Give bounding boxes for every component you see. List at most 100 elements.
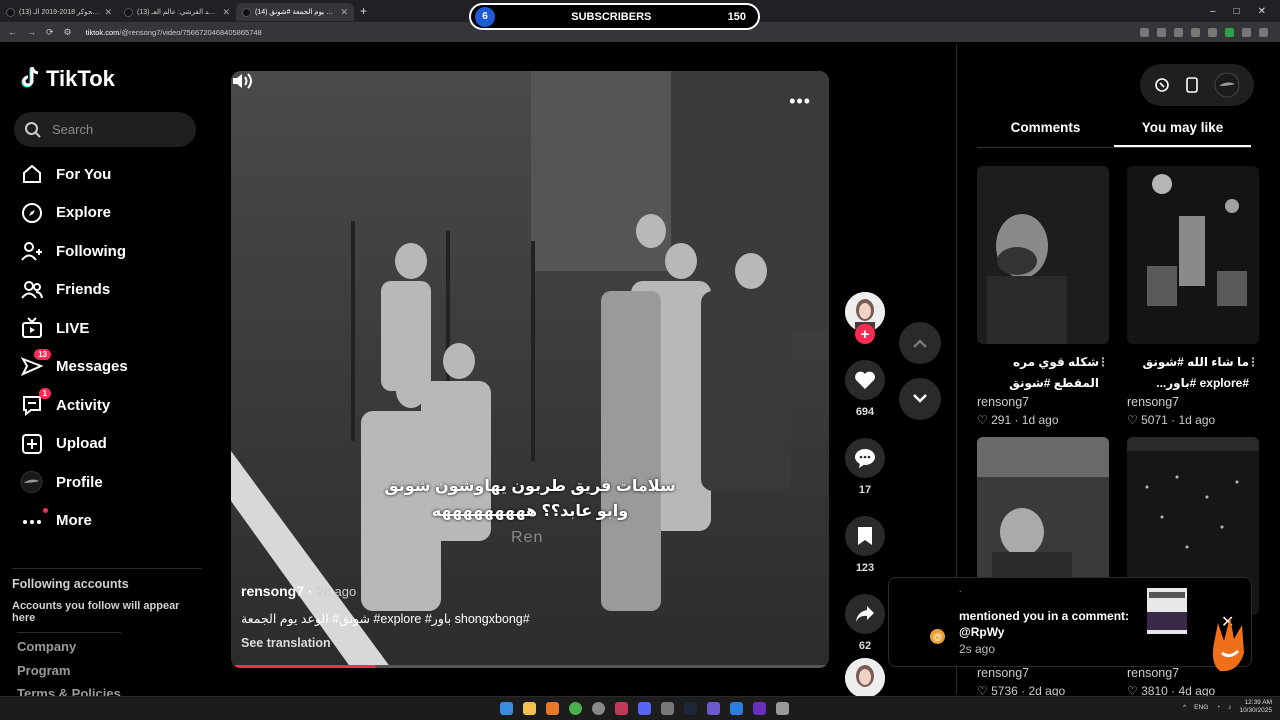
comment-button[interactable] <box>845 438 885 478</box>
footer-link-company[interactable]: Company <box>17 635 121 659</box>
star-icon[interactable] <box>1208 27 1217 37</box>
sidebar-item-profile[interactable]: Profile <box>20 463 128 502</box>
follow-plus-button[interactable]: + <box>855 324 875 344</box>
reload-icon[interactable]: ⟳ <box>46 27 54 38</box>
minimize-icon[interactable]: – <box>1210 6 1216 17</box>
back-icon[interactable]: ← <box>8 27 17 38</box>
tab-title: (13) فيديو الجوكر 2018-2019 الـ... <box>19 9 100 16</box>
file-explorer-icon[interactable] <box>523 702 536 715</box>
site-info-icon[interactable]: ⚙ <box>64 27 72 38</box>
app-icon[interactable] <box>707 702 720 715</box>
sidebar-item-friends[interactable]: Friends <box>20 271 128 310</box>
coins-icon[interactable] <box>1154 77 1170 93</box>
language-indicator[interactable]: ENG <box>1194 704 1208 711</box>
steam-icon[interactable] <box>684 702 697 715</box>
sidebar-item-activity[interactable]: 1 Activity <box>20 386 128 425</box>
screen: (13) فيديو الجوكر 2018-2019 الـ... ✕ (13)… <box>0 0 1280 720</box>
browser-tab-active[interactable]: (14) الوعد يوم الجمعة #شونق ✕ <box>236 3 354 21</box>
video-progress-bar[interactable] <box>231 665 829 668</box>
notification-video-thumbnail[interactable] <box>1147 588 1187 634</box>
tray-chevron-icon[interactable]: ^ <box>1183 704 1186 711</box>
close-tab-icon[interactable]: ✕ <box>104 7 112 18</box>
user-avatar[interactable] <box>1214 72 1240 98</box>
mobile-app-icon[interactable] <box>1186 77 1198 93</box>
card-thumbnail <box>977 166 1109 344</box>
extension-icon[interactable] <box>1140 27 1149 37</box>
sidebar-item-explore[interactable]: Explore <box>20 194 128 233</box>
app-icon[interactable] <box>661 702 674 715</box>
clock[interactable]: 12:39 AM 10/30/2025 <box>1239 699 1272 715</box>
sound-creator-avatar[interactable] <box>845 658 885 698</box>
tiktok-favicon-icon <box>6 7 15 17</box>
sidebar-item-live[interactable]: LIVE <box>20 309 128 348</box>
subscriber-count: 6 <box>475 6 495 27</box>
app-icon[interactable] <box>730 702 743 715</box>
close-window-icon[interactable]: ✕ <box>1258 6 1266 17</box>
sidebar-item-upload[interactable]: Upload <box>20 425 128 464</box>
extension-icon[interactable] <box>1157 27 1166 37</box>
volume-tray-icon[interactable]: ♪ <box>1228 704 1231 711</box>
clock-time: 12:39 AM <box>1244 699 1272 706</box>
discord-icon[interactable] <box>638 702 651 715</box>
close-tab-icon[interactable]: ✕ <box>340 7 348 18</box>
card-title: شكله قوي مره المقطع #شونق #explore...⋮ <box>977 352 1109 394</box>
maximize-icon[interactable]: □ <box>1234 6 1240 17</box>
extension-icon[interactable] <box>1191 27 1200 37</box>
compass-icon <box>20 201 43 224</box>
video-more-options-icon[interactable]: ••• <box>789 91 811 112</box>
card-username[interactable]: rensong7 <box>977 395 1109 409</box>
activity-badge: 1 <box>38 387 51 399</box>
new-tab-button[interactable]: + <box>360 4 367 18</box>
activity-icon: 1 <box>20 387 51 417</box>
extensions-puzzle-icon[interactable] <box>1242 27 1251 37</box>
app-icon[interactable] <box>546 702 559 715</box>
see-translation-link[interactable]: See translation <box>241 636 821 650</box>
channel-brand-logo <box>1212 617 1244 672</box>
card-menu-icon[interactable]: ⋮ <box>1097 352 1109 373</box>
upload-icon <box>20 432 43 455</box>
share-button[interactable] <box>845 594 885 634</box>
start-menu-icon[interactable] <box>500 702 513 715</box>
tab-comments[interactable]: Comments <box>977 116 1114 147</box>
next-video-button[interactable] <box>899 378 941 420</box>
following-icon <box>20 240 43 263</box>
footer-link-program[interactable]: Program <box>17 659 121 683</box>
save-button[interactable] <box>845 516 885 556</box>
taskbar-apps <box>500 702 789 715</box>
author-name[interactable]: rensong7 <box>241 583 304 599</box>
tab-you-may-like[interactable]: You may like <box>1114 116 1251 147</box>
extension-icon[interactable] <box>1225 27 1234 37</box>
like-button[interactable] <box>845 360 885 400</box>
video-player[interactable]: ••• سلامات فريق طربون يهاوشون شونق وابو … <box>231 71 829 668</box>
close-tab-icon[interactable]: ✕ <box>222 7 230 18</box>
card-username[interactable]: rensong7 <box>977 666 1109 680</box>
sidebar-item-more[interactable]: More <box>20 502 128 541</box>
search-placeholder: Search <box>52 122 94 137</box>
extension-icon[interactable] <box>1174 27 1183 37</box>
menu-icon[interactable] <box>1259 27 1268 37</box>
tiktok-logo[interactable]: TikTok <box>20 66 115 92</box>
sidebar-item-messages[interactable]: 13 Messages <box>20 348 128 387</box>
app-icon[interactable] <box>753 702 766 715</box>
search-input[interactable]: Search <box>14 112 196 147</box>
recommended-card[interactable]: ما شاء الله #شونق #explore #باور... ⋮ ren… <box>1127 166 1259 427</box>
wifi-icon[interactable]: ◔ <box>1216 704 1220 711</box>
app-icon[interactable] <box>776 702 789 715</box>
recommended-card[interactable]: شكله قوي مره المقطع #شونق #explore...⋮ r… <box>977 166 1109 427</box>
chrome-icon[interactable] <box>569 702 582 715</box>
video-actions: + 694 17 123 62 <box>844 292 886 698</box>
card-username[interactable]: rensong7 <box>1127 395 1259 409</box>
card-menu-icon[interactable]: ⋮ <box>1247 352 1259 373</box>
subscriber-target: 150 <box>727 10 746 23</box>
mention-notification[interactable]: . @ mentioned you in a comment: @RpWy 2s… <box>888 577 1252 667</box>
forward-icon[interactable]: → <box>27 27 36 38</box>
live-icon <box>20 317 43 340</box>
browser-tab[interactable]: (13) عبد الصمد القرشي: عالم العـ...✕ <box>118 3 236 21</box>
volume-icon[interactable] <box>231 71 253 91</box>
sidebar-item-following[interactable]: Following <box>20 232 128 271</box>
app-icon[interactable] <box>615 702 628 715</box>
browser-tab[interactable]: (13) فيديو الجوكر 2018-2019 الـ... ✕ <box>0 3 118 21</box>
app-icon[interactable] <box>592 702 605 715</box>
previous-video-button[interactable] <box>899 322 941 364</box>
sidebar-item-for-you[interactable]: For You <box>20 155 128 194</box>
